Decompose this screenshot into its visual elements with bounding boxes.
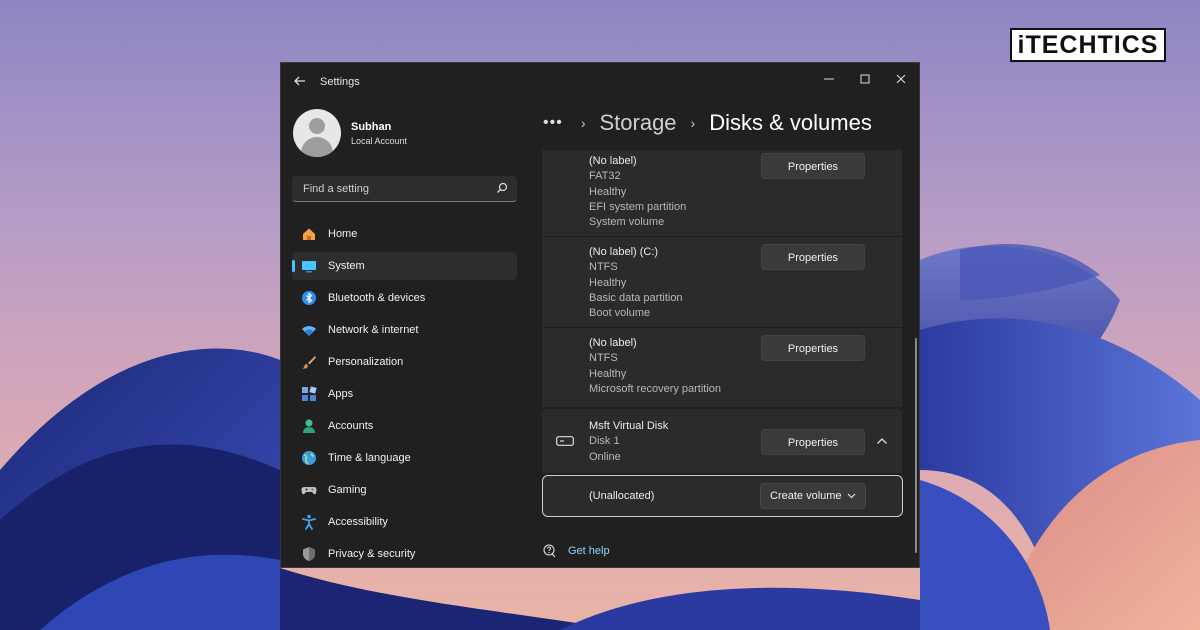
volume-role: System volume (589, 216, 665, 229)
page-title: Disks & volumes (709, 110, 872, 135)
help-chat-icon (543, 544, 556, 558)
volume-partition-type: EFI system partition (589, 200, 687, 213)
sidebar-item-label: Network & internet (328, 324, 419, 336)
back-arrow-icon[interactable] (293, 74, 309, 90)
maximize-button[interactable] (850, 68, 880, 92)
sidebar-item-bluetooth[interactable]: Bluetooth & devices (292, 284, 517, 312)
volume-details: (No label) FAT32 Healthy EFI system part… (589, 154, 686, 230)
hard-drive-icon (556, 436, 574, 446)
sidebar-item-label: Time & language (328, 452, 411, 464)
user-profile[interactable]: Subhan Local Account (293, 109, 513, 159)
sidebar-item-label: Personalization (328, 356, 404, 368)
volume-details: (No label) (C:) NTFS Healthy Basic data … (589, 245, 683, 321)
content-scrollbar[interactable] (915, 338, 917, 553)
volume-health: Healthy (589, 185, 627, 198)
volume-partition-type: Basic data partition (589, 291, 683, 304)
get-help-label: Get help (568, 545, 610, 557)
properties-button[interactable]: Properties (761, 153, 865, 179)
chevron-down-icon (847, 493, 856, 499)
logo-text: iTECHTICS (1017, 30, 1159, 59)
volume-label: (No label) (589, 155, 637, 167)
globe-icon (302, 451, 316, 465)
close-button[interactable] (886, 68, 916, 92)
gamepad-icon (301, 486, 317, 495)
apps-icon (302, 386, 317, 401)
sidebar-item-label: Accessibility (328, 516, 388, 528)
network-icon (302, 326, 316, 336)
volume-filesystem: FAT32 (589, 170, 621, 183)
sidebar-item-gaming[interactable]: Gaming (292, 476, 517, 504)
search-box[interactable] (292, 176, 517, 202)
disk-status: Online (589, 450, 621, 463)
system-icon (302, 261, 316, 273)
sidebar-item-home[interactable]: Home (292, 220, 517, 248)
disk-name: Msft Virtual Disk (589, 420, 669, 432)
volume-card-efi: (No label) FAT32 Healthy EFI system part… (542, 150, 902, 236)
home-icon (303, 228, 315, 240)
sidebar-item-label: Privacy & security (328, 548, 416, 560)
sidebar-item-label: Home (328, 228, 358, 240)
sidebar-item-label: Bluetooth & devices (328, 292, 426, 304)
sidebar-item-privacy-security[interactable]: Privacy & security (292, 540, 517, 567)
search-input[interactable] (301, 176, 485, 202)
bluetooth-icon (302, 291, 316, 305)
sidebar-item-label: Apps (328, 388, 354, 400)
sidebar-item-personalization[interactable]: Personalization (292, 348, 517, 376)
unallocated-space-row[interactable]: (Unallocated) Create volume (542, 475, 903, 517)
sidebar-item-label: System (328, 260, 365, 272)
disk-properties-button[interactable]: Properties (761, 429, 865, 455)
accounts-icon (303, 419, 315, 433)
chevron-right-icon: › (690, 115, 696, 131)
volume-role: Boot volume (589, 307, 651, 320)
sidebar-item-accounts[interactable]: Accounts (292, 412, 517, 440)
sidebar-item-accessibility[interactable]: Accessibility (292, 508, 517, 536)
create-volume-button[interactable]: Create volume (760, 483, 866, 509)
sidebar-item-time-language[interactable]: Time & language (292, 444, 517, 472)
volume-label: (No label) (589, 337, 637, 349)
volume-card-recovery: (No label) NTFS Healthy Microsoft recove… (542, 327, 902, 407)
sidebar-nav: Home System Bluetooth & devices Network … (292, 220, 517, 567)
volume-health: Healthy (589, 367, 627, 380)
volume-health: Healthy (589, 276, 627, 289)
volume-partition-type: Microsoft recovery partition (589, 382, 722, 395)
disk-number: Disk 1 (589, 435, 620, 448)
disk-details: Msft Virtual Disk Disk 1 Online (589, 419, 668, 465)
sidebar-item-network[interactable]: Network & internet (292, 316, 517, 344)
sidebar-item-label: Gaming (328, 484, 367, 496)
sidebar-item-apps[interactable]: Apps (292, 380, 517, 408)
itechtics-logo: iTECHTICS (1010, 28, 1166, 62)
accessibility-icon (302, 514, 316, 530)
brush-icon (302, 356, 316, 369)
minimize-button[interactable] (814, 68, 844, 92)
shield-icon (303, 547, 315, 561)
chevron-up-icon[interactable] (876, 437, 888, 445)
window-title: Settings (320, 76, 360, 88)
breadcrumb: ••• › Storage › Disks & volumes (543, 107, 872, 139)
volume-details: (No label) NTFS Healthy Microsoft recove… (589, 336, 721, 397)
properties-button[interactable]: Properties (761, 335, 865, 361)
search-icon[interactable] (496, 182, 508, 194)
volume-card-c: (No label) (C:) NTFS Healthy Basic data … (542, 236, 902, 327)
avatar (293, 109, 341, 157)
properties-button[interactable]: Properties (761, 244, 865, 270)
chevron-right-icon: › (580, 115, 586, 131)
create-volume-label: Create volume (770, 490, 842, 502)
unallocated-label: (Unallocated) (589, 490, 655, 502)
volume-filesystem: NTFS (589, 261, 618, 274)
breadcrumb-overflow-button[interactable]: ••• (543, 115, 563, 131)
sidebar-item-label: Accounts (328, 420, 374, 432)
disks-volumes-list: (No label) FAT32 Healthy EFI system part… (542, 150, 903, 518)
sidebar-item-system[interactable]: System (292, 252, 517, 280)
user-name: Subhan (351, 121, 392, 133)
title-bar: Settings (281, 63, 919, 103)
breadcrumb-storage-link[interactable]: Storage (599, 110, 676, 136)
settings-window: Settings Subhan Local Account Home (280, 62, 920, 568)
volume-filesystem: NTFS (589, 352, 618, 365)
account-type: Local Account (351, 136, 408, 146)
volume-label: (No label) (C:) (589, 246, 659, 258)
disk-header-card[interactable]: Msft Virtual Disk Disk 1 Online Properti… (542, 409, 902, 473)
